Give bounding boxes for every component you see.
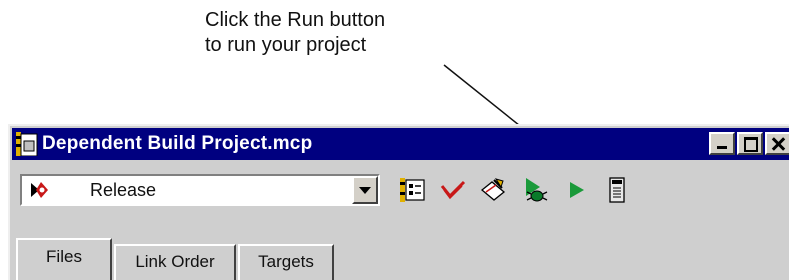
- synchronize-check-icon[interactable]: [440, 176, 466, 204]
- title-bar[interactable]: Dependent Build Project.mcp: [12, 128, 789, 160]
- project-toolbar: Release: [12, 166, 789, 216]
- project-inspector-icon[interactable]: [604, 176, 630, 204]
- tab-label: Targets: [258, 252, 314, 271]
- close-button[interactable]: [765, 132, 789, 155]
- target-select-value: Release: [90, 179, 157, 200]
- maximize-button[interactable]: [737, 132, 763, 155]
- window-title: Dependent Build Project.mcp: [42, 133, 313, 154]
- debug-icon[interactable]: [522, 176, 548, 204]
- target-icon: [28, 180, 50, 200]
- tab-targets[interactable]: Targets: [238, 244, 334, 280]
- project-window: Dependent Build Project.mcp Release File…: [8, 124, 789, 280]
- callout-annotation: Click the Run button to run your project: [205, 8, 385, 58]
- project-tabs: Files Link Order Targets: [12, 226, 789, 280]
- run-icon[interactable]: [564, 176, 590, 204]
- make-icon[interactable]: [480, 176, 506, 204]
- callout-line-2: to run your project: [205, 34, 367, 56]
- chevron-down-icon[interactable]: [352, 176, 378, 204]
- tab-link-order[interactable]: Link Order: [114, 244, 236, 280]
- tab-files[interactable]: Files: [16, 238, 112, 280]
- minimize-button[interactable]: [709, 132, 735, 155]
- settings-icon[interactable]: [400, 176, 426, 204]
- tab-label: Link Order: [135, 252, 215, 271]
- target-select[interactable]: Release: [20, 174, 380, 206]
- project-file-icon: [16, 132, 38, 157]
- tab-label: Files: [46, 247, 82, 266]
- callout-line-1: Click the Run button: [205, 9, 386, 31]
